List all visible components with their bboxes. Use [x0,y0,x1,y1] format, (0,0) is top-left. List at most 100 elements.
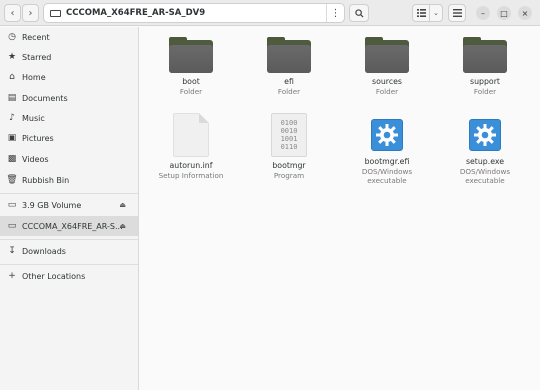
binary-glyph-line: 1001 [280,135,298,143]
sidebar-item-label: Recent [22,32,50,42]
binary-glyph-line: 0110 [280,143,298,151]
sidebar-item-label: 3.9 GB Volume [22,200,82,210]
file-item-autorun[interactable]: autorun.inf Setup Information [146,113,236,180]
sidebar-item-starred[interactable]: ★ Starred [0,47,138,67]
sidebar-item-other-locations[interactable]: + Other Locations [0,266,138,286]
file-item-setup-exe[interactable]: setup.exe DOS/Windows executable [440,113,530,185]
text-file-icon [173,113,209,157]
sidebar-separator [0,193,138,194]
sidebar-item-videos[interactable]: ▩ Videos [0,149,138,169]
binary-file-icon: 0100 0010 1001 0110 [271,113,307,157]
sidebar-item-home[interactable]: ⌂ Home [0,67,138,87]
view-list-button[interactable] [412,4,430,22]
file-name: support [470,77,500,86]
file-grid: boot Folder efi Folder sources Folder su… [140,27,540,390]
sidebar-item-downloads[interactable]: ↧ Downloads [0,241,138,261]
folder-icon [365,37,409,73]
header-bar: ‹ › CCCOMA_X64FRE_AR-SA_DV9 ⋮ ⌄ – □ × [0,0,540,26]
file-type: Folder [473,87,497,96]
chevron-left-icon: ‹ [10,7,15,19]
file-item-bootmgr[interactable]: 0100 0010 1001 0110 bootmgr Program [244,113,334,180]
file-type: Folder [375,87,399,96]
folder-icon [463,37,507,73]
sidebar-item-label: Other Locations [22,271,86,281]
drive-icon [50,9,61,17]
file-name: bootmgr [272,161,306,170]
download-icon: ↧ [8,246,16,256]
sidebar-separator [0,239,138,240]
chevron-right-icon: › [28,7,33,19]
file-item-bootmgr-efi[interactable]: bootmgr.efi DOS/Windows executable [342,113,432,185]
document-icon: ▤ [7,93,17,103]
sidebar-item-label: Downloads [22,246,66,256]
minimize-button[interactable]: – [476,6,490,20]
clock-icon: ◷ [8,32,16,42]
search-icon [354,8,364,18]
sidebar-item-rubbish-bin[interactable]: 🗑 Rubbish Bin [0,170,138,190]
video-icon: ▩ [7,154,17,164]
close-icon: × [521,8,529,18]
trash-icon: 🗑 [6,175,18,185]
close-button[interactable]: × [518,6,532,20]
file-type: Setup Information [158,171,224,180]
music-icon: ♪ [9,113,15,123]
path-label: CCCOMA_X64FRE_AR-SA_DV9 [66,8,206,18]
sidebar-item-label: Pictures [22,133,54,143]
file-type: DOS/Windows executable [361,167,413,185]
plus-icon: + [8,271,16,281]
file-item-sources[interactable]: sources Folder [342,37,432,96]
file-type: DOS/Windows executable [459,167,511,185]
path-bar[interactable]: CCCOMA_X64FRE_AR-SA_DV9 ⋮ [43,3,345,23]
executable-gear-icon [469,119,501,151]
sidebar-item-label: Starred [22,52,52,62]
sidebar-item-recent[interactable]: ◷ Recent [0,27,138,47]
sidebar-item-music[interactable]: ♪ Music [0,108,138,128]
sidebar-item-label: CCCOMA_X64FRE_AR-S... [22,221,123,231]
view-options-button[interactable]: ⌄ [429,4,443,22]
folder-icon [267,37,311,73]
chevron-down-icon: ⌄ [433,9,439,17]
binary-glyph-line: 0100 [280,119,298,127]
file-name: autorun.inf [169,161,213,170]
sidebar-item-documents[interactable]: ▤ Documents [0,88,138,108]
file-item-efi[interactable]: efi Folder [244,37,334,96]
file-name: efi [284,77,294,86]
sidebar-item-pictures[interactable]: ▣ Pictures [0,128,138,148]
sidebar-item-label: Home [22,72,46,82]
executable-gear-icon [371,119,403,151]
picture-icon: ▣ [7,133,17,143]
file-type: Folder [277,87,301,96]
file-type: Folder [179,87,203,96]
file-item-boot[interactable]: boot Folder [146,37,236,96]
file-name: setup.exe [465,157,505,166]
file-name: sources [372,77,402,86]
drive-icon: ▭ [7,200,17,210]
sidebar: ◷ Recent ★ Starred ⌂ Home ▤ Documents ♪ … [0,27,139,390]
eject-icon[interactable]: ⏏ [119,201,126,209]
list-view-icon [416,9,426,17]
file-type: Program [273,171,305,180]
vertical-dots-icon: ⋮ [330,7,341,19]
main-menu-button[interactable] [448,4,466,22]
sidebar-item-label: Rubbish Bin [22,175,70,185]
folder-icon [169,37,213,73]
minimize-icon: – [481,8,485,18]
sidebar-item-label: Music [22,113,45,123]
maximize-icon: □ [500,8,508,18]
sidebar-item-label: Videos [22,154,49,164]
star-icon: ★ [7,52,17,62]
binary-glyph-line: 0010 [280,127,298,135]
file-name: bootmgr.efi [364,157,410,166]
eject-icon[interactable]: ⏏ [119,222,126,230]
file-item-support[interactable]: support Folder [440,37,530,96]
drive-icon: ▭ [7,221,17,231]
forward-button[interactable]: › [22,4,39,22]
search-button[interactable] [349,4,369,22]
path-menu-button[interactable]: ⋮ [326,4,344,22]
sidebar-item-label: Documents [22,93,68,103]
maximize-button[interactable]: □ [497,6,511,20]
sidebar-separator [0,264,138,265]
sidebar-item-cccoma[interactable]: ▭ CCCOMA_X64FRE_AR-S... ⏏ [0,216,138,236]
back-button[interactable]: ‹ [4,4,21,22]
sidebar-item-volume[interactable]: ▭ 3.9 GB Volume ⏏ [0,195,138,215]
